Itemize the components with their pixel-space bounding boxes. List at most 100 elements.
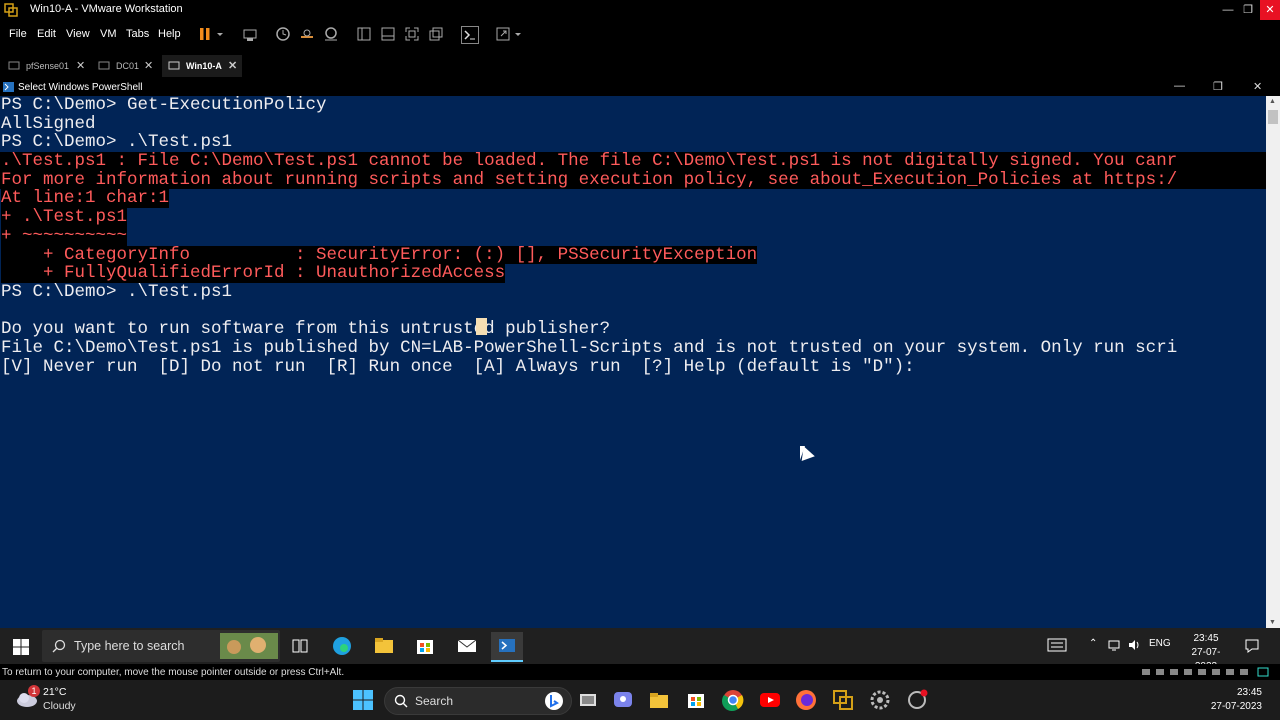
volume-icon[interactable] <box>1127 638 1141 652</box>
bing-icon <box>545 692 563 710</box>
console-line: PS C:\Demo> Get-ExecutionPolicy <box>0 96 1266 115</box>
host-clock[interactable]: 23:45 27-07-2023 <box>1206 686 1262 714</box>
tab-label: pfSense01 <box>26 61 70 71</box>
powershell-taskbar-icon[interactable] <box>491 632 523 662</box>
console-line: AllSigned <box>0 114 1266 134</box>
settings-gear-icon[interactable] <box>869 689 891 711</box>
device-status-icons[interactable] <box>1140 667 1270 677</box>
vm-icon <box>98 61 110 70</box>
recording-app-icon[interactable] <box>906 689 928 711</box>
notification-icon[interactable] <box>1244 638 1260 654</box>
snapshot-icon[interactable] <box>275 26 291 42</box>
search-label: Search <box>415 694 454 708</box>
task-view-icon[interactable] <box>284 632 316 660</box>
weather-temperature: 21°C <box>43 686 67 698</box>
weather-badge: 1 <box>28 685 40 697</box>
ps-minimize-button[interactable]: — <box>1174 80 1185 92</box>
search-placeholder: Type here to search <box>74 639 185 653</box>
menu-edit[interactable]: Edit <box>37 28 56 40</box>
snapshot-manager-icon[interactable] <box>323 26 339 42</box>
menu-help[interactable]: Help <box>158 28 181 40</box>
tab-dc01[interactable]: DC01 ✕ <box>92 55 162 77</box>
store-icon[interactable] <box>685 689 707 711</box>
show-hidden-icons-icon[interactable]: ⌃ <box>1089 638 1097 649</box>
windows-start-icon[interactable] <box>352 689 374 711</box>
vmware-status-bar: To return to your computer, move the mou… <box>0 664 1280 680</box>
powershell-icon <box>3 82 14 92</box>
teams-chat-icon[interactable] <box>612 689 634 711</box>
host-time: 23:45 <box>1236 687 1262 698</box>
console-line: At line:1 char:1 <box>0 188 1266 209</box>
scrollbar-thumb[interactable] <box>1268 110 1278 124</box>
console-line-text: [V] Never run [D] Do not run [R] Run onc… <box>1 356 915 377</box>
network-icon[interactable] <box>1107 638 1121 652</box>
stretch-view-icon[interactable] <box>495 26 511 42</box>
tab-label: DC01 <box>116 61 140 71</box>
search-icon <box>52 639 66 653</box>
menu-tabs[interactable]: Tabs <box>126 28 149 40</box>
windows-start-icon[interactable] <box>13 639 29 655</box>
console-view-icon[interactable] <box>461 26 479 44</box>
vmware-workstation-icon[interactable] <box>832 689 854 711</box>
console-line: [V] Never run [D] Do not run [R] Run onc… <box>0 356 1266 377</box>
console-line-text: PS C:\Demo> Get-ExecutionPolicy <box>1 96 327 115</box>
text-cursor <box>476 318 487 335</box>
close-tab-icon[interactable]: ✕ <box>228 59 237 72</box>
keyboard-icon[interactable] <box>1047 638 1067 652</box>
close-tab-icon[interactable]: ✕ <box>76 59 85 72</box>
scroll-up-icon[interactable]: ▲ <box>1269 98 1276 105</box>
chrome-icon[interactable] <box>722 689 744 711</box>
close-button[interactable]: ✕ <box>1260 0 1280 20</box>
tab-label: Win10-A <box>186 61 222 71</box>
menu-view[interactable]: View <box>66 28 90 40</box>
restore-button[interactable]: ❐ <box>1238 0 1258 20</box>
youtube-icon[interactable] <box>759 689 781 711</box>
powershell-title: Select Windows PowerShell <box>18 82 143 93</box>
menu-vm[interactable]: VM <box>100 28 117 40</box>
mail-icon[interactable] <box>451 632 483 660</box>
firefox-icon[interactable] <box>795 689 817 711</box>
host-search-box[interactable]: Search <box>384 687 572 715</box>
revert-snapshot-icon[interactable] <box>299 26 315 42</box>
unity-icon[interactable] <box>428 26 444 42</box>
edge-icon[interactable] <box>326 632 358 660</box>
language-indicator[interactable]: ENG <box>1149 638 1171 649</box>
console-line: + ~~~~~~~~~~ <box>0 227 1266 246</box>
file-explorer-icon[interactable] <box>368 632 400 660</box>
ps-restore-button[interactable]: ❐ <box>1213 80 1223 93</box>
console-line: .\Test.ps1 : File C:\Demo\Test.ps1 canno… <box>0 152 1266 171</box>
console-line: + FullyQualifiedErrorId : UnauthorizedAc… <box>0 264 1266 283</box>
powershell-console[interactable]: PS C:\Demo> Get-ExecutionPolicy AllSigned… <box>0 96 1266 628</box>
window-title: Win10-A - VMware Workstation <box>30 3 183 15</box>
show-library-icon[interactable] <box>356 26 372 42</box>
search-highlight-image <box>220 633 278 659</box>
guest-search-box[interactable]: Type here to search <box>42 630 280 662</box>
send-keys-icon[interactable] <box>242 26 258 42</box>
console-scrollbar[interactable]: ▲ ▼ <box>1266 96 1280 628</box>
console-line: PS C:\Demo> .\Test.ps1 <box>0 133 1266 152</box>
console-line-text: At line:1 char:1 <box>1 188 170 209</box>
scroll-down-icon[interactable]: ▼ <box>1269 619 1276 626</box>
chevron-down-icon[interactable] <box>513 26 523 42</box>
ps-close-button[interactable]: ✕ <box>1253 80 1262 93</box>
tab-pfsense01[interactable]: pfSense01 ✕ <box>2 55 90 77</box>
weather-widget[interactable]: 1 21°C Cloudy <box>16 685 116 715</box>
task-view-icon[interactable] <box>577 689 599 711</box>
minimize-button[interactable]: — <box>1218 0 1238 20</box>
console-line: + .\Test.ps1 <box>0 208 1266 227</box>
suspend-icon[interactable] <box>197 26 213 42</box>
tab-win10-a[interactable]: Win10-A ✕ <box>162 55 242 77</box>
vm-tab-bar: pfSense01 ✕ DC01 ✕ Win10-A ✕ <box>0 53 1280 78</box>
console-line-text: .\Test.ps1 : File C:\Demo\Test.ps1 canno… <box>1 151 1178 172</box>
console-line-text: File C:\Demo\Test.ps1 is published by CN… <box>1 337 1178 358</box>
full-screen-icon[interactable] <box>404 26 420 42</box>
store-icon[interactable] <box>409 632 441 660</box>
thumbnail-bar-icon[interactable] <box>380 26 396 42</box>
console-line-text: + .\Test.ps1 <box>1 207 128 228</box>
close-tab-icon[interactable]: ✕ <box>144 59 153 72</box>
file-explorer-icon[interactable] <box>648 689 670 711</box>
chevron-down-icon[interactable] <box>215 26 225 42</box>
console-line: + CategoryInfo : SecurityError: (:) [], … <box>0 245 1266 265</box>
menu-file[interactable]: File <box>9 28 27 40</box>
mouse-pointer-icon <box>800 446 810 460</box>
